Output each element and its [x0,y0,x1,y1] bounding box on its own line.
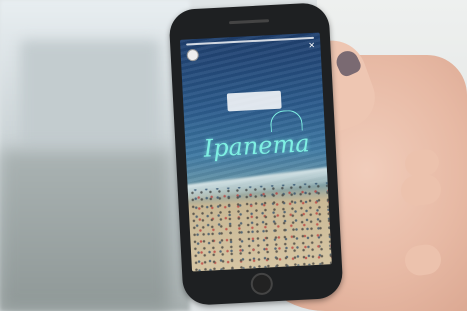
finger [399,172,443,208]
phone-speaker [229,19,270,25]
smartphone: ✕ Ipanema [168,2,344,306]
finger [403,242,443,278]
location-sticker[interactable] [226,90,282,112]
photo-scene: ✕ Ipanema [0,0,467,311]
beach-crowd-image [187,182,332,272]
background-shape [0,150,170,311]
close-icon[interactable]: ✕ [308,41,315,50]
ipanema-neon-sticker[interactable]: Ipanema [199,129,314,163]
background-shape [20,40,160,150]
sea-image [179,32,328,190]
story-screen[interactable]: ✕ Ipanema [179,32,332,272]
home-button[interactable] [250,272,274,296]
